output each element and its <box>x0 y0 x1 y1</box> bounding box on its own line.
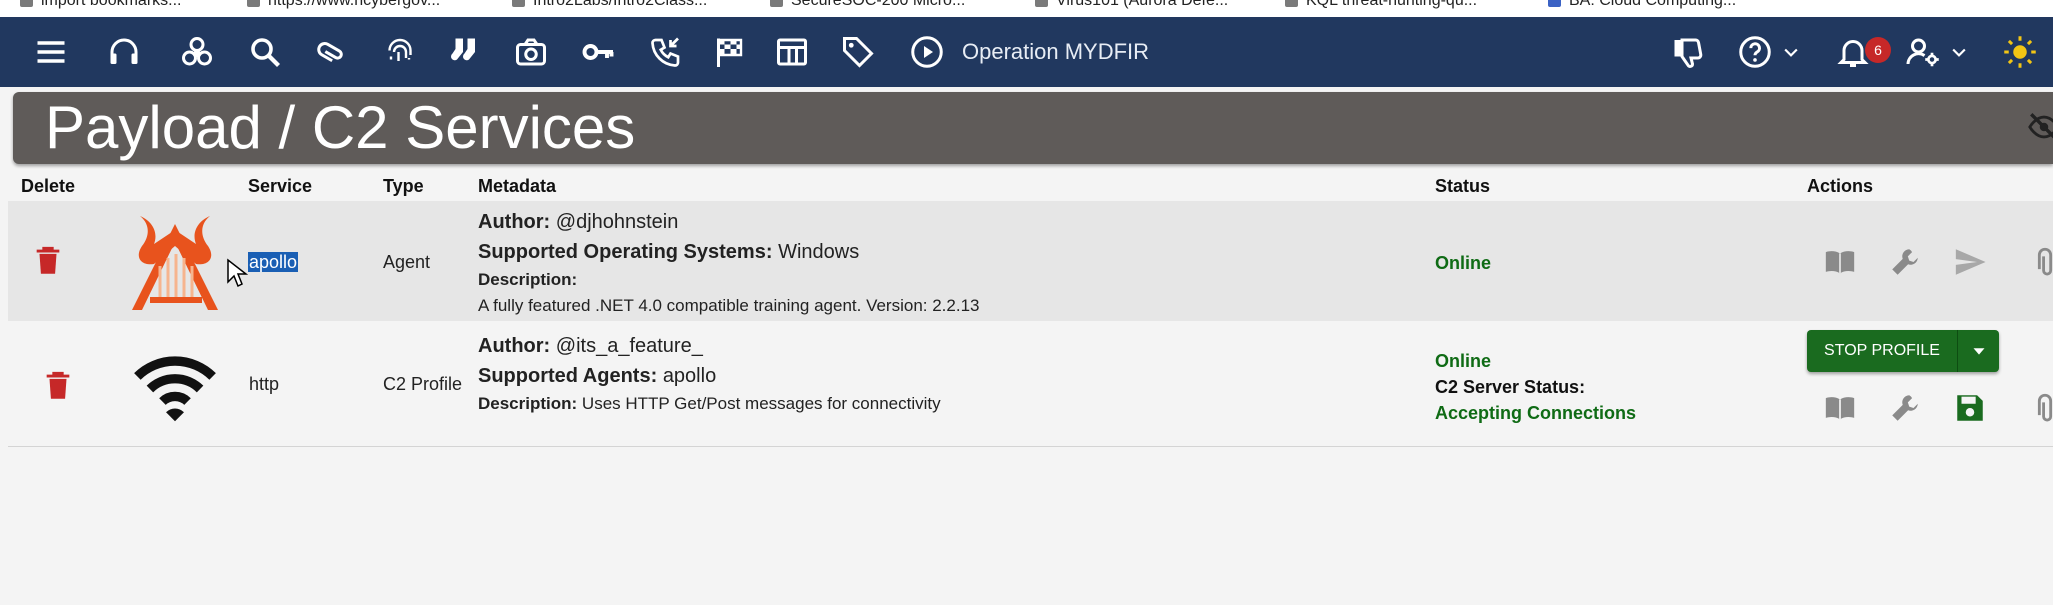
eye-off-icon[interactable] <box>2027 110 2053 146</box>
column-header-actions: Actions <box>1807 176 1874 196</box>
description-label: Description: <box>478 270 578 289</box>
author-label: Author: <box>478 335 551 357</box>
socks-icon[interactable] <box>446 33 486 71</box>
save-icon[interactable] <box>1953 391 1987 425</box>
play-circle-icon[interactable] <box>907 33 947 71</box>
service-name[interactable]: apollo <box>248 252 299 273</box>
stop-profile-label: STOP PROFILE <box>1824 342 1940 359</box>
stop-profile-button[interactable]: STOP PROFILE <box>1807 330 1999 372</box>
notification-badge: 6 <box>1865 37 1891 63</box>
supported-agents-label: Supported Agents: <box>478 365 658 387</box>
wrench-icon[interactable] <box>1888 391 1922 425</box>
delete-icon[interactable] <box>41 369 75 403</box>
column-header-type: Type <box>383 176 424 196</box>
author-value: @its_a_feature_ <box>555 335 703 357</box>
search-icon[interactable] <box>245 33 285 71</box>
bookmark-icon <box>1285 0 1298 8</box>
wifi-icon <box>132 346 218 432</box>
bookmark-icon <box>512 0 525 8</box>
fingerprint-icon[interactable] <box>380 33 420 71</box>
phone-callback-icon[interactable] <box>646 33 686 71</box>
chevron-down-icon[interactable] <box>1948 33 1970 71</box>
tag-icon[interactable] <box>838 33 878 71</box>
chevron-down-icon[interactable] <box>1780 33 1802 71</box>
paperclip-icon[interactable] <box>2028 391 2053 425</box>
sun-icon[interactable] <box>2000 33 2040 71</box>
supported-agents-value: apollo <box>662 365 717 387</box>
camera-icon[interactable] <box>511 33 551 71</box>
column-header-service: Service <box>248 176 313 196</box>
thumbs-down-icon[interactable] <box>1668 33 1708 71</box>
supported-os-label: Supported Operating Systems: <box>478 241 773 263</box>
paperclip-icon[interactable] <box>2028 245 2053 279</box>
bookmark-item[interactable]: BA: Cloud Computing... <box>1548 0 1736 9</box>
metadata: Author: @djhohnstein Supported Operating… <box>478 207 1478 319</box>
c2-server-status-value: Accepting Connections <box>1435 403 1637 423</box>
description-label: Description: <box>478 394 578 413</box>
send-icon[interactable] <box>1953 245 1987 279</box>
author-value: @djhohnstein <box>555 211 679 233</box>
bookmark-item[interactable]: Virus101 (Aurora Defe... <box>1035 0 1228 9</box>
stop-profile-dropdown[interactable] <box>1958 330 1999 372</box>
top-nav-bar: Operation MYDFIR 6 <box>0 17 2053 87</box>
status-badge: Online <box>1435 351 1492 371</box>
description-text: Uses HTTP Get/Post messages for connecti… <box>581 394 941 413</box>
book-icon[interactable] <box>1823 245 1857 279</box>
bookmark-icon <box>247 0 260 8</box>
table-row: apollo Agent Author: @djhohnstein Suppor… <box>8 201 2053 322</box>
bookmark-item[interactable]: Intro2Labs/Intro2Class... <box>512 0 707 9</box>
paperclip-icon[interactable] <box>312 33 352 71</box>
metadata: Author: @its_a_feature_ Supported Agents… <box>478 331 1478 417</box>
bookmarks-bar: import bookmarks... https://www.ncybergo… <box>0 0 2053 17</box>
service-type: Agent <box>383 252 431 272</box>
user-settings-icon[interactable] <box>1903 33 1943 71</box>
book-icon[interactable] <box>1823 391 1857 425</box>
status-block: Online C2 Server Status: Accepting Conne… <box>1435 348 1636 426</box>
column-header-metadata: Metadata <box>478 176 557 196</box>
bookmark-icon <box>770 0 783 8</box>
column-header-status: Status <box>1435 176 1491 196</box>
bookmark-icon <box>20 0 33 8</box>
delete-icon[interactable] <box>31 244 65 278</box>
headphones-icon[interactable] <box>104 33 144 71</box>
operation-name[interactable]: Operation MYDFIR <box>962 38 1149 66</box>
page-title: Payload / C2 Services <box>45 94 636 161</box>
table-row: http C2 Profile Author: @its_a_feature_ … <box>8 321 2053 447</box>
service-name[interactable]: http <box>249 374 279 395</box>
page-title-bar: Payload / C2 Services <box>13 92 2053 164</box>
status-badge: Online <box>1435 253 1492 273</box>
mouse-cursor <box>226 258 249 290</box>
supported-os-value: Windows <box>778 241 860 263</box>
bookmark-icon <box>1035 0 1048 8</box>
checkered-flag-icon[interactable] <box>709 33 749 71</box>
key-icon[interactable] <box>578 33 618 71</box>
table-icon[interactable] <box>772 33 812 71</box>
description-text: A fully featured .NET 4.0 compatible tra… <box>478 296 980 315</box>
wrench-icon[interactable] <box>1888 245 1922 279</box>
bookmark-item[interactable]: SecureSOC-200 Micro... <box>770 0 965 9</box>
caret-down-icon <box>1973 348 1985 355</box>
apollo-lyre-logo <box>120 206 230 316</box>
author-label: Author: <box>478 211 551 233</box>
bookmark-item[interactable]: import bookmarks... <box>20 0 181 9</box>
menu-icon[interactable] <box>31 33 71 71</box>
column-header-delete: Delete <box>21 176 76 196</box>
biohazard-icon[interactable] <box>177 33 217 71</box>
service-type: C2 Profile <box>383 374 463 394</box>
bookmark-item[interactable]: KQL threat-hunting-qu... <box>1285 0 1477 9</box>
bookmark-icon <box>1548 0 1561 8</box>
help-icon[interactable] <box>1735 33 1775 71</box>
bookmark-item[interactable]: https://www.ncybergov... <box>247 0 440 9</box>
c2-server-status-label: C2 Server Status: <box>1435 377 1586 397</box>
